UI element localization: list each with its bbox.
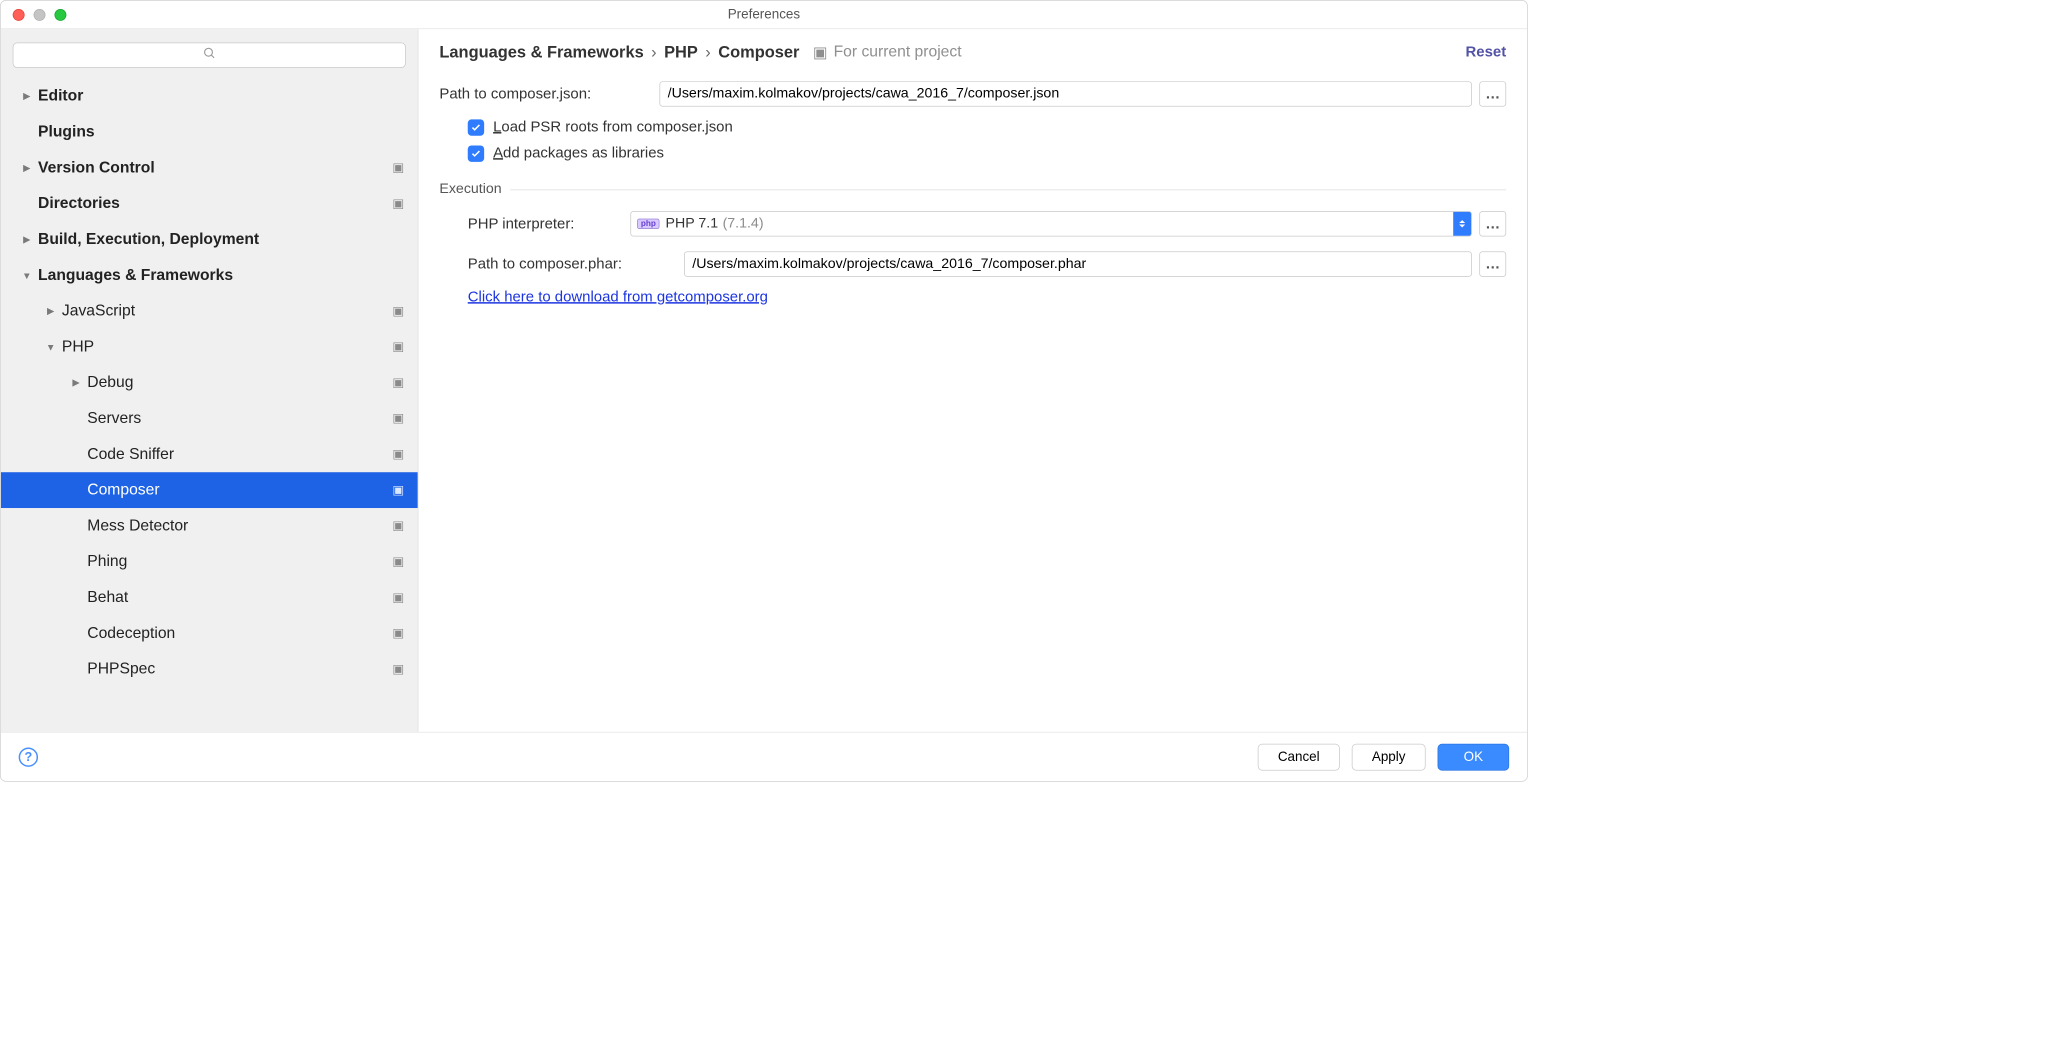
- sidebar-item-editor[interactable]: ▶Editor: [1, 78, 418, 114]
- interpreter-more-button[interactable]: …: [1479, 211, 1506, 236]
- chevron-right-icon: ▶: [20, 233, 33, 245]
- php-icon: php: [637, 219, 660, 229]
- sidebar-item-label: Phing: [83, 553, 393, 571]
- breadcrumb-seg: PHP: [664, 43, 698, 62]
- apply-button[interactable]: Apply: [1352, 743, 1426, 770]
- project-scope-icon: ▣: [392, 554, 404, 569]
- breadcrumb-seg: Composer: [718, 43, 799, 62]
- sidebar-item-phing[interactable]: Phing▣: [1, 544, 418, 580]
- sidebar-item-label: Plugins: [34, 123, 418, 141]
- interpreter-label: PHP interpreter:: [468, 215, 631, 232]
- chevron-right-icon: ›: [705, 43, 710, 62]
- project-scope-icon: ▣: [392, 196, 404, 211]
- path-json-label: Path to composer.json:: [439, 85, 659, 102]
- sidebar-item-mess-detector[interactable]: Mess Detector▣: [1, 508, 418, 544]
- chevron-right-icon: ▶: [20, 90, 33, 102]
- project-scope-icon: ▣: [392, 411, 404, 426]
- sidebar-item-label: JavaScript: [57, 302, 392, 320]
- footer: ? Cancel Apply OK: [1, 732, 1527, 781]
- sidebar-item-label: PHP: [57, 338, 392, 356]
- path-phar-input[interactable]: [684, 251, 1472, 276]
- sidebar-item-label: Editor: [34, 87, 418, 105]
- interpreter-select[interactable]: php PHP 7.1 (7.1.4): [630, 211, 1471, 236]
- chevron-down-icon: ▼: [20, 270, 33, 281]
- path-phar-label: Path to composer.phar:: [468, 256, 684, 273]
- sidebar-item-behat[interactable]: Behat▣: [1, 580, 418, 616]
- project-scope-icon: ▣: [392, 375, 404, 390]
- chevron-right-icon: ›: [651, 43, 656, 62]
- scope-label: ▣ For current project: [813, 43, 962, 62]
- project-scope-icon: ▣: [392, 590, 404, 605]
- sidebar-item-version-control[interactable]: ▶Version Control▣: [1, 150, 418, 186]
- sidebar-item-label: PHPSpec: [83, 660, 393, 678]
- add-packages-label: Add packages as libraries: [493, 145, 664, 162]
- sidebar-item-label: Composer: [83, 481, 393, 499]
- search-field[interactable]: [13, 43, 406, 68]
- chevron-down-icon: ▼: [44, 341, 57, 352]
- ok-button[interactable]: OK: [1438, 743, 1510, 770]
- help-button[interactable]: ?: [19, 747, 38, 766]
- sidebar-item-plugins[interactable]: Plugins: [1, 114, 418, 150]
- cancel-button[interactable]: Cancel: [1258, 743, 1340, 770]
- window-title: Preferences: [1, 7, 1527, 23]
- download-composer-link[interactable]: Click here to download from getcomposer.…: [468, 289, 768, 305]
- sidebar-item-debug[interactable]: ▶Debug▣: [1, 365, 418, 401]
- execution-section-title: Execution: [439, 181, 501, 197]
- sidebar-item-label: Behat: [83, 589, 393, 607]
- sidebar-item-code-sniffer[interactable]: Code Sniffer▣: [1, 436, 418, 472]
- sidebar: ▶EditorPlugins▶Version Control▣Directori…: [1, 29, 419, 732]
- project-scope-icon: ▣: [392, 626, 404, 641]
- sidebar-item-label: Build, Execution, Deployment: [34, 231, 418, 249]
- titlebar: Preferences: [1, 1, 1527, 29]
- project-scope-icon: ▣: [392, 518, 404, 533]
- project-scope-icon: ▣: [392, 160, 404, 175]
- reset-link[interactable]: Reset: [1466, 44, 1507, 61]
- sidebar-item-build-execution-deployment[interactable]: ▶Build, Execution, Deployment: [1, 222, 418, 258]
- chevron-right-icon: ▶: [69, 377, 82, 389]
- chevron-right-icon: ▶: [44, 305, 57, 317]
- chevron-right-icon: ▶: [20, 162, 33, 174]
- settings-tree: ▶EditorPlugins▶Version Control▣Directori…: [1, 77, 418, 732]
- sidebar-item-label: Directories: [34, 195, 393, 213]
- sidebar-item-label: Servers: [83, 410, 393, 428]
- breadcrumb: Languages & Frameworks › PHP › Composer: [439, 43, 799, 62]
- browse-phar-button[interactable]: …: [1479, 251, 1506, 276]
- project-scope-icon: ▣: [392, 447, 404, 462]
- project-scope-icon: ▣: [392, 483, 404, 498]
- dropdown-arrow-icon: [1453, 212, 1471, 236]
- content-pane: Languages & Frameworks › PHP › Composer …: [419, 29, 1528, 732]
- project-scope-icon: ▣: [392, 339, 404, 354]
- sidebar-item-directories[interactable]: Directories▣: [1, 186, 418, 222]
- sidebar-item-languages-frameworks[interactable]: ▼Languages & Frameworks: [1, 257, 418, 293]
- project-scope-icon: ▣: [813, 43, 828, 62]
- breadcrumb-seg: Languages & Frameworks: [439, 43, 643, 62]
- sidebar-item-label: Languages & Frameworks: [34, 266, 418, 284]
- add-packages-checkbox[interactable]: [468, 145, 484, 161]
- browse-json-button[interactable]: …: [1479, 81, 1506, 106]
- load-psr-label: Load PSR roots from composer.json: [493, 119, 733, 136]
- project-scope-icon: ▣: [392, 304, 404, 319]
- sidebar-item-label: Code Sniffer: [83, 445, 393, 463]
- sidebar-item-javascript[interactable]: ▶JavaScript▣: [1, 293, 418, 329]
- load-psr-checkbox[interactable]: [468, 119, 484, 135]
- search-input[interactable]: [13, 43, 406, 68]
- sidebar-item-composer[interactable]: Composer▣: [1, 472, 418, 508]
- sidebar-item-label: Mess Detector: [83, 517, 393, 535]
- sidebar-item-codeception[interactable]: Codeception▣: [1, 615, 418, 651]
- sidebar-item-label: Version Control: [34, 159, 393, 177]
- sidebar-item-servers[interactable]: Servers▣: [1, 401, 418, 437]
- sidebar-item-php[interactable]: ▼PHP▣: [1, 329, 418, 365]
- path-json-input[interactable]: [659, 81, 1471, 106]
- project-scope-icon: ▣: [392, 662, 404, 677]
- sidebar-item-label: Debug: [83, 374, 393, 392]
- sidebar-item-label: Codeception: [83, 624, 393, 642]
- sidebar-item-phpspec[interactable]: PHPSpec▣: [1, 651, 418, 687]
